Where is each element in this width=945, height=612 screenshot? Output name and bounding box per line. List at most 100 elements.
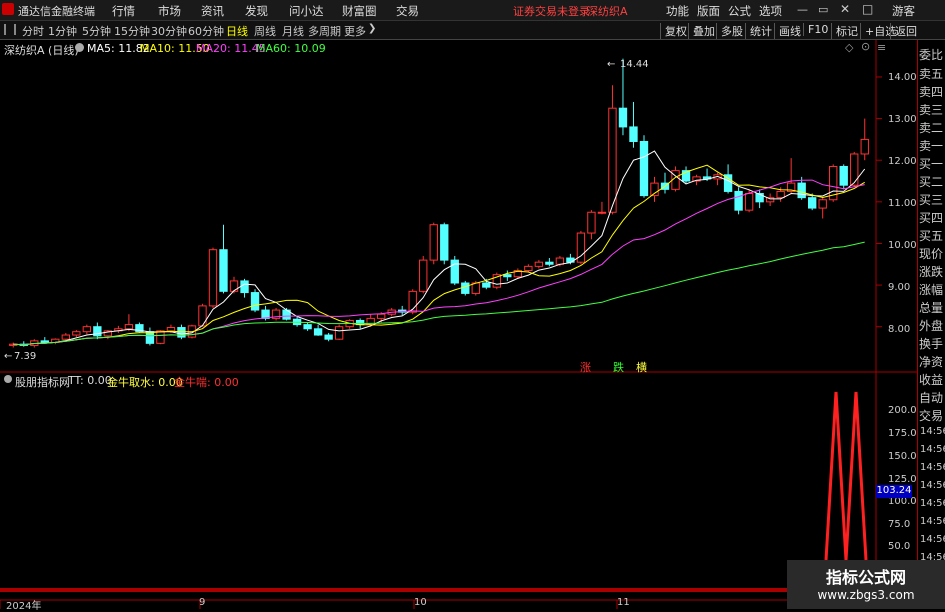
- period-tab-multi[interactable]: 多周期: [308, 23, 341, 39]
- btn-mark[interactable]: 标记: [831, 23, 858, 39]
- low-price-label: 7.39: [14, 351, 37, 362]
- chart-canvas[interactable]: [0, 40, 917, 609]
- period-toolbar: 分时 1分钟 5分钟 15分钟 30分钟 60分钟 日线 周线 月线 多周期 更…: [0, 21, 945, 40]
- side-item-sell4[interactable]: 卖四: [919, 83, 943, 100]
- menu-item-news[interactable]: 资讯: [201, 3, 224, 19]
- btn-overlay[interactable]: 叠加: [688, 23, 715, 39]
- side-item-outer[interactable]: 外盘: [919, 317, 943, 334]
- period-tab-60m[interactable]: 60分钟: [188, 23, 224, 39]
- side-item-earnings[interactable]: 收益: [919, 371, 943, 388]
- candle-body: [524, 265, 533, 272]
- period-tab-week[interactable]: 周线: [254, 23, 276, 39]
- candle-body: [219, 249, 228, 292]
- y-tick-main: 13.00: [888, 114, 917, 125]
- period-tab-30m[interactable]: 30分钟: [151, 23, 187, 39]
- tick-time: 14:56: [920, 480, 945, 491]
- indicator-spike-line: [824, 391, 868, 561]
- menu-item-ask[interactable]: 问小达: [289, 3, 324, 19]
- menu-formula[interactable]: 公式: [728, 3, 751, 19]
- tick-time: 14:56: [920, 498, 945, 509]
- marker-rise: 涨: [580, 361, 591, 374]
- candle-body: [229, 280, 239, 292]
- candle-body: [545, 261, 554, 265]
- tt-label: TT: 0.00: [68, 374, 112, 387]
- period-tab-5m[interactable]: 5分钟: [82, 23, 111, 39]
- candle-body: [808, 197, 817, 209]
- btn-draw[interactable]: 画线: [774, 23, 801, 39]
- y-tick-main: 12.00: [888, 156, 917, 167]
- window-restore-icon[interactable]: ▭: [818, 3, 828, 16]
- period-tab-day[interactable]: 日线: [226, 23, 248, 39]
- candle-body: [818, 199, 827, 209]
- tick-time: 14:56: [920, 516, 945, 527]
- btn-multi[interactable]: 多股: [716, 23, 743, 39]
- btn-fuquan[interactable]: 复权: [660, 23, 687, 39]
- cursor-value-badge: 103.24: [876, 485, 912, 498]
- period-tab-15m[interactable]: 15分钟: [114, 23, 150, 39]
- side-item-netasset[interactable]: 净资: [919, 353, 943, 370]
- side-item-sell1[interactable]: 卖一: [919, 137, 943, 154]
- period-tab-more[interactable]: 更多: [344, 23, 366, 39]
- tick-time: 14:56: [920, 426, 945, 437]
- candle-body: [419, 259, 428, 292]
- candle-body: [639, 140, 649, 197]
- btn-stats[interactable]: 统计: [745, 23, 772, 39]
- jinniu-chuan-label: 金牛喘: 0.00: [174, 376, 239, 389]
- period-tab-fenshi[interactable]: 分时: [22, 23, 44, 39]
- side-item-buy4[interactable]: 买四: [919, 209, 943, 226]
- candle-body: [744, 193, 754, 211]
- collapse-icon[interactable]: [4, 24, 16, 35]
- side-item-change[interactable]: 涨跌: [919, 263, 943, 280]
- menu-item-trade[interactable]: 交易: [396, 3, 419, 19]
- side-item-trade[interactable]: 交易: [919, 407, 943, 424]
- btn-back[interactable]: 返回: [890, 23, 917, 39]
- candle-body: [334, 326, 344, 340]
- menu-function[interactable]: 功能: [666, 3, 689, 19]
- window-max-icon[interactable]: □: [862, 2, 873, 16]
- menu-layout[interactable]: 版面: [697, 3, 720, 19]
- menu-options[interactable]: 选项: [759, 3, 782, 19]
- menu-item-discover[interactable]: 发现: [245, 3, 268, 19]
- side-item-sell5[interactable]: 卖五: [919, 65, 943, 82]
- candle-body: [461, 282, 470, 294]
- side-item-buy2[interactable]: 买二: [919, 173, 943, 190]
- y-tick-sub: 75.0: [888, 519, 911, 530]
- side-item-auto[interactable]: 自动: [919, 389, 943, 406]
- sub-chart-title: 股朋指标网: [15, 376, 70, 389]
- side-item-buy3[interactable]: 买三: [919, 191, 943, 208]
- y-tick-main: 10.00: [888, 240, 917, 251]
- sub-settings-icon[interactable]: [4, 375, 12, 383]
- watermark-banner: 指标公式网 www.zbgs3.com: [787, 560, 945, 609]
- side-item-buy1[interactable]: 买一: [919, 155, 943, 172]
- side-item-price[interactable]: 现价: [919, 245, 943, 262]
- btn-f10[interactable]: F10: [803, 23, 828, 36]
- candle-body: [40, 340, 49, 344]
- ma-lines: [13, 150, 866, 346]
- window-close-icon[interactable]: ✕: [840, 2, 850, 16]
- side-item-weibi[interactable]: 委比: [919, 46, 943, 63]
- candle-body: [566, 257, 575, 263]
- candle-body: [618, 107, 628, 128]
- side-item-pct[interactable]: 涨幅: [919, 281, 943, 298]
- side-item-volume[interactable]: 总量: [919, 299, 943, 316]
- side-item-buy5[interactable]: 买五: [919, 227, 943, 244]
- candle-body: [587, 211, 596, 234]
- app-title: 通达信金融终端: [18, 5, 95, 18]
- window-minimize-icon[interactable]: —: [797, 3, 808, 16]
- menu-item-hq[interactable]: 行情: [112, 3, 135, 19]
- period-tab-1m[interactable]: 1分钟: [48, 23, 77, 39]
- chevron-right-icon[interactable]: ❯: [368, 23, 376, 34]
- candle-body: [555, 257, 565, 265]
- side-item-turnover[interactable]: 换手: [919, 335, 943, 352]
- marker-flat: 横: [636, 361, 647, 374]
- side-item-sell3[interactable]: 卖三: [919, 101, 943, 118]
- side-item-sell2[interactable]: 卖二: [919, 119, 943, 136]
- menu-bar: 通达信金融终端 行情 市场 资讯 发现 问小达 财富圈 交易 证券交易未登录 深…: [0, 0, 945, 21]
- guest-user[interactable]: 游客: [892, 3, 915, 19]
- candle-body: [208, 249, 218, 307]
- candle-body: [429, 224, 438, 261]
- ma5-line: [13, 150, 866, 346]
- period-tab-month[interactable]: 月线: [282, 23, 304, 39]
- menu-item-market[interactable]: 市场: [158, 3, 181, 19]
- menu-item-wealth[interactable]: 财富圈: [342, 3, 377, 19]
